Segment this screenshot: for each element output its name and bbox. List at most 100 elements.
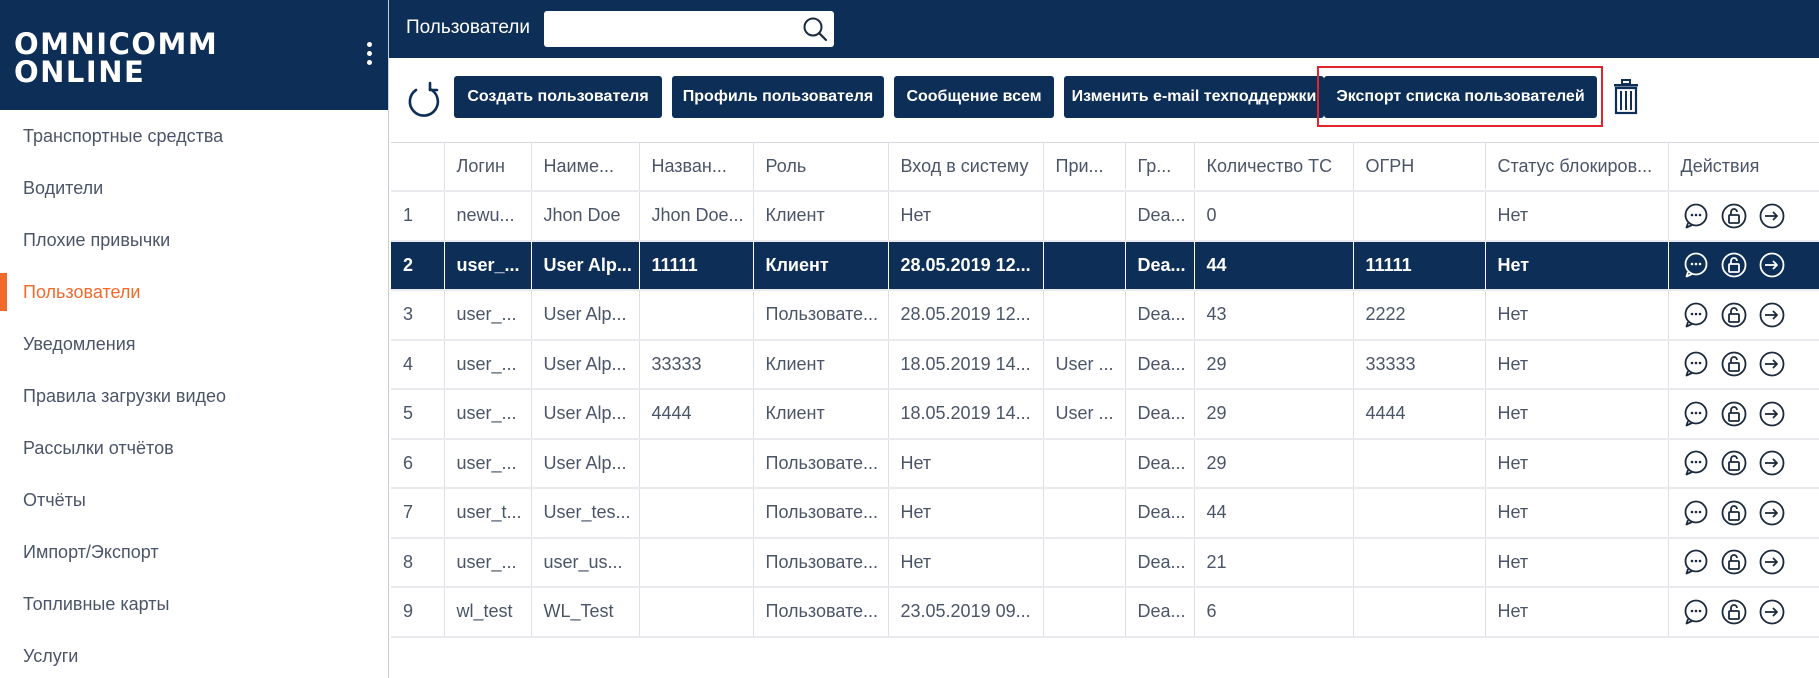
table-cell: 29: [1194, 438, 1354, 489]
table-cell: Нет: [888, 438, 1044, 489]
table-cell: Клиент: [753, 389, 889, 440]
table-row[interactable]: 8 user_... user_us... Пользовате... Нет Dea..…: [391, 537, 1819, 588]
sidebar-item-10[interactable]: Услуги: [0, 630, 388, 678]
unlock-icon[interactable]: [1721, 351, 1747, 377]
table-cell: Нет: [1485, 389, 1669, 440]
message-icon[interactable]: [1683, 549, 1709, 575]
omnicomm-logo[interactable]: OMNICOMM ONLINE: [14, 27, 219, 87]
login-icon[interactable]: [1759, 401, 1785, 427]
login-icon[interactable]: [1759, 599, 1785, 625]
column-header-5[interactable]: Вход в систему: [888, 143, 1044, 192]
search-icon[interactable]: [802, 16, 828, 42]
table-cell: newu...: [444, 191, 532, 242]
create-user-button[interactable]: Создать пользователя: [454, 76, 662, 118]
column-header-7[interactable]: Гр...: [1125, 143, 1195, 192]
sidebar-item-4[interactable]: Уведомления: [0, 318, 388, 370]
table-cell: Пользовате...: [753, 488, 889, 539]
column-header-4[interactable]: Роль: [753, 143, 889, 192]
column-header-9[interactable]: ОГРН: [1353, 143, 1486, 192]
table-cell: Клиент: [753, 240, 889, 291]
column-header-1[interactable]: Логин: [444, 143, 532, 192]
unlock-icon[interactable]: [1721, 302, 1747, 328]
table-row[interactable]: 5 user_... User Alp... 4444 Клиент 18.05.2019…: [391, 389, 1819, 440]
login-icon[interactable]: [1759, 351, 1785, 377]
table-cell: User Alp...: [531, 290, 640, 341]
table-cell: WL_Test: [531, 587, 640, 638]
trash-icon[interactable]: [1611, 78, 1641, 116]
unlock-icon[interactable]: [1721, 599, 1747, 625]
table-row[interactable]: 3 user_... User Alp... Пользовате... 28.05.2…: [391, 290, 1819, 341]
user-profile-button[interactable]: Профиль пользователя: [672, 76, 884, 118]
table-cell: Jhon Doe: [531, 191, 640, 242]
unlock-icon[interactable]: [1721, 401, 1747, 427]
table-cell: 29: [1194, 339, 1354, 390]
sidebar-item-9[interactable]: Топливные карты: [0, 578, 388, 630]
message-icon[interactable]: [1683, 401, 1709, 427]
unlock-icon[interactable]: [1721, 252, 1747, 278]
refresh-icon[interactable]: [405, 80, 441, 118]
table-row[interactable]: 2 user_... User Alp... 11111 Клиент 28.05.201…: [391, 240, 1819, 291]
brand-header: OMNICOMM ONLINE: [0, 0, 388, 110]
message-icon[interactable]: [1683, 203, 1709, 229]
table-row[interactable]: 4 user_... User Alp... 33333 Клиент 18.05.201…: [391, 339, 1819, 390]
sidebar-item-8[interactable]: Импорт/Экспорт: [0, 526, 388, 578]
message-all-button[interactable]: Сообщение всем: [894, 76, 1054, 118]
table-cell: Нет: [888, 191, 1044, 242]
table-row[interactable]: 9 wl_test WL_Test Пользовате... 23.05.2019 0…: [391, 587, 1819, 638]
table-cell: Нет: [1485, 488, 1669, 539]
login-icon[interactable]: [1759, 302, 1785, 328]
sidebar-item-3[interactable]: Пользователи: [0, 266, 388, 318]
column-header-11[interactable]: Действия: [1668, 143, 1819, 192]
table-cell: Dea...: [1125, 290, 1195, 341]
table-cell: User Alp...: [531, 438, 640, 489]
login-icon[interactable]: [1759, 500, 1785, 526]
table-cell: Нет: [1485, 191, 1669, 242]
table-cell: [1043, 191, 1126, 242]
unlock-icon[interactable]: [1721, 500, 1747, 526]
table-cell: Нет: [888, 488, 1044, 539]
sidebar-item-6[interactable]: Рассылки отчётов: [0, 422, 388, 474]
column-header-3[interactable]: Назван...: [639, 143, 754, 192]
more-vertical-icon[interactable]: [364, 42, 374, 72]
unlock-icon[interactable]: [1721, 450, 1747, 476]
table-cell: user_us...: [531, 537, 640, 588]
table-cell: [639, 537, 754, 588]
login-icon[interactable]: [1759, 549, 1785, 575]
table-cell: Пользовате...: [753, 438, 889, 489]
unlock-icon[interactable]: [1721, 549, 1747, 575]
unlock-icon[interactable]: [1721, 203, 1747, 229]
login-icon[interactable]: [1759, 203, 1785, 229]
sidebar-item-1[interactable]: Водители: [0, 162, 388, 214]
sidebar-item-2[interactable]: Плохие привычки: [0, 214, 388, 266]
table-row[interactable]: 7 user_t... User_tes... Пользовате... Нет Dea…: [391, 488, 1819, 539]
message-icon[interactable]: [1683, 599, 1709, 625]
login-icon[interactable]: [1759, 450, 1785, 476]
column-header-0[interactable]: [391, 143, 445, 192]
table-cell: Dea...: [1125, 389, 1195, 440]
column-header-6[interactable]: При...: [1043, 143, 1126, 192]
column-header-10[interactable]: Статус блокиров...: [1485, 143, 1669, 192]
search-box: [544, 11, 834, 47]
export-users-button[interactable]: Экспорт списка пользователей: [1324, 76, 1597, 118]
message-icon[interactable]: [1683, 252, 1709, 278]
message-icon[interactable]: [1683, 500, 1709, 526]
column-header-2[interactable]: Наиме...: [531, 143, 640, 192]
message-icon[interactable]: [1683, 302, 1709, 328]
sidebar-item-5[interactable]: Правила загрузки видео: [0, 370, 388, 422]
table-row[interactable]: 1 newu... Jhon Doe Jhon Doe... Клиент Нет Dea.…: [391, 191, 1819, 242]
table-cell: 8: [391, 537, 445, 588]
message-icon[interactable]: [1683, 450, 1709, 476]
sidebar-item-7[interactable]: Отчёты: [0, 474, 388, 526]
logo-line-1: OMNICOMM: [14, 27, 219, 61]
login-icon[interactable]: [1759, 252, 1785, 278]
table-cell: 44: [1194, 240, 1354, 291]
table-row[interactable]: 6 user_... User Alp... Пользовате... Нет Dea.…: [391, 438, 1819, 489]
search-input[interactable]: [544, 11, 794, 47]
change-support-email-button[interactable]: Изменить e-mail техподдержки: [1064, 76, 1324, 118]
table-cell: 29: [1194, 389, 1354, 440]
message-icon[interactable]: [1683, 351, 1709, 377]
column-header-8[interactable]: Количество ТС: [1194, 143, 1354, 192]
table-cell: 9: [391, 587, 445, 638]
table-cell: Dea...: [1125, 191, 1195, 242]
sidebar-item-0[interactable]: Транспортные средства: [0, 110, 388, 162]
